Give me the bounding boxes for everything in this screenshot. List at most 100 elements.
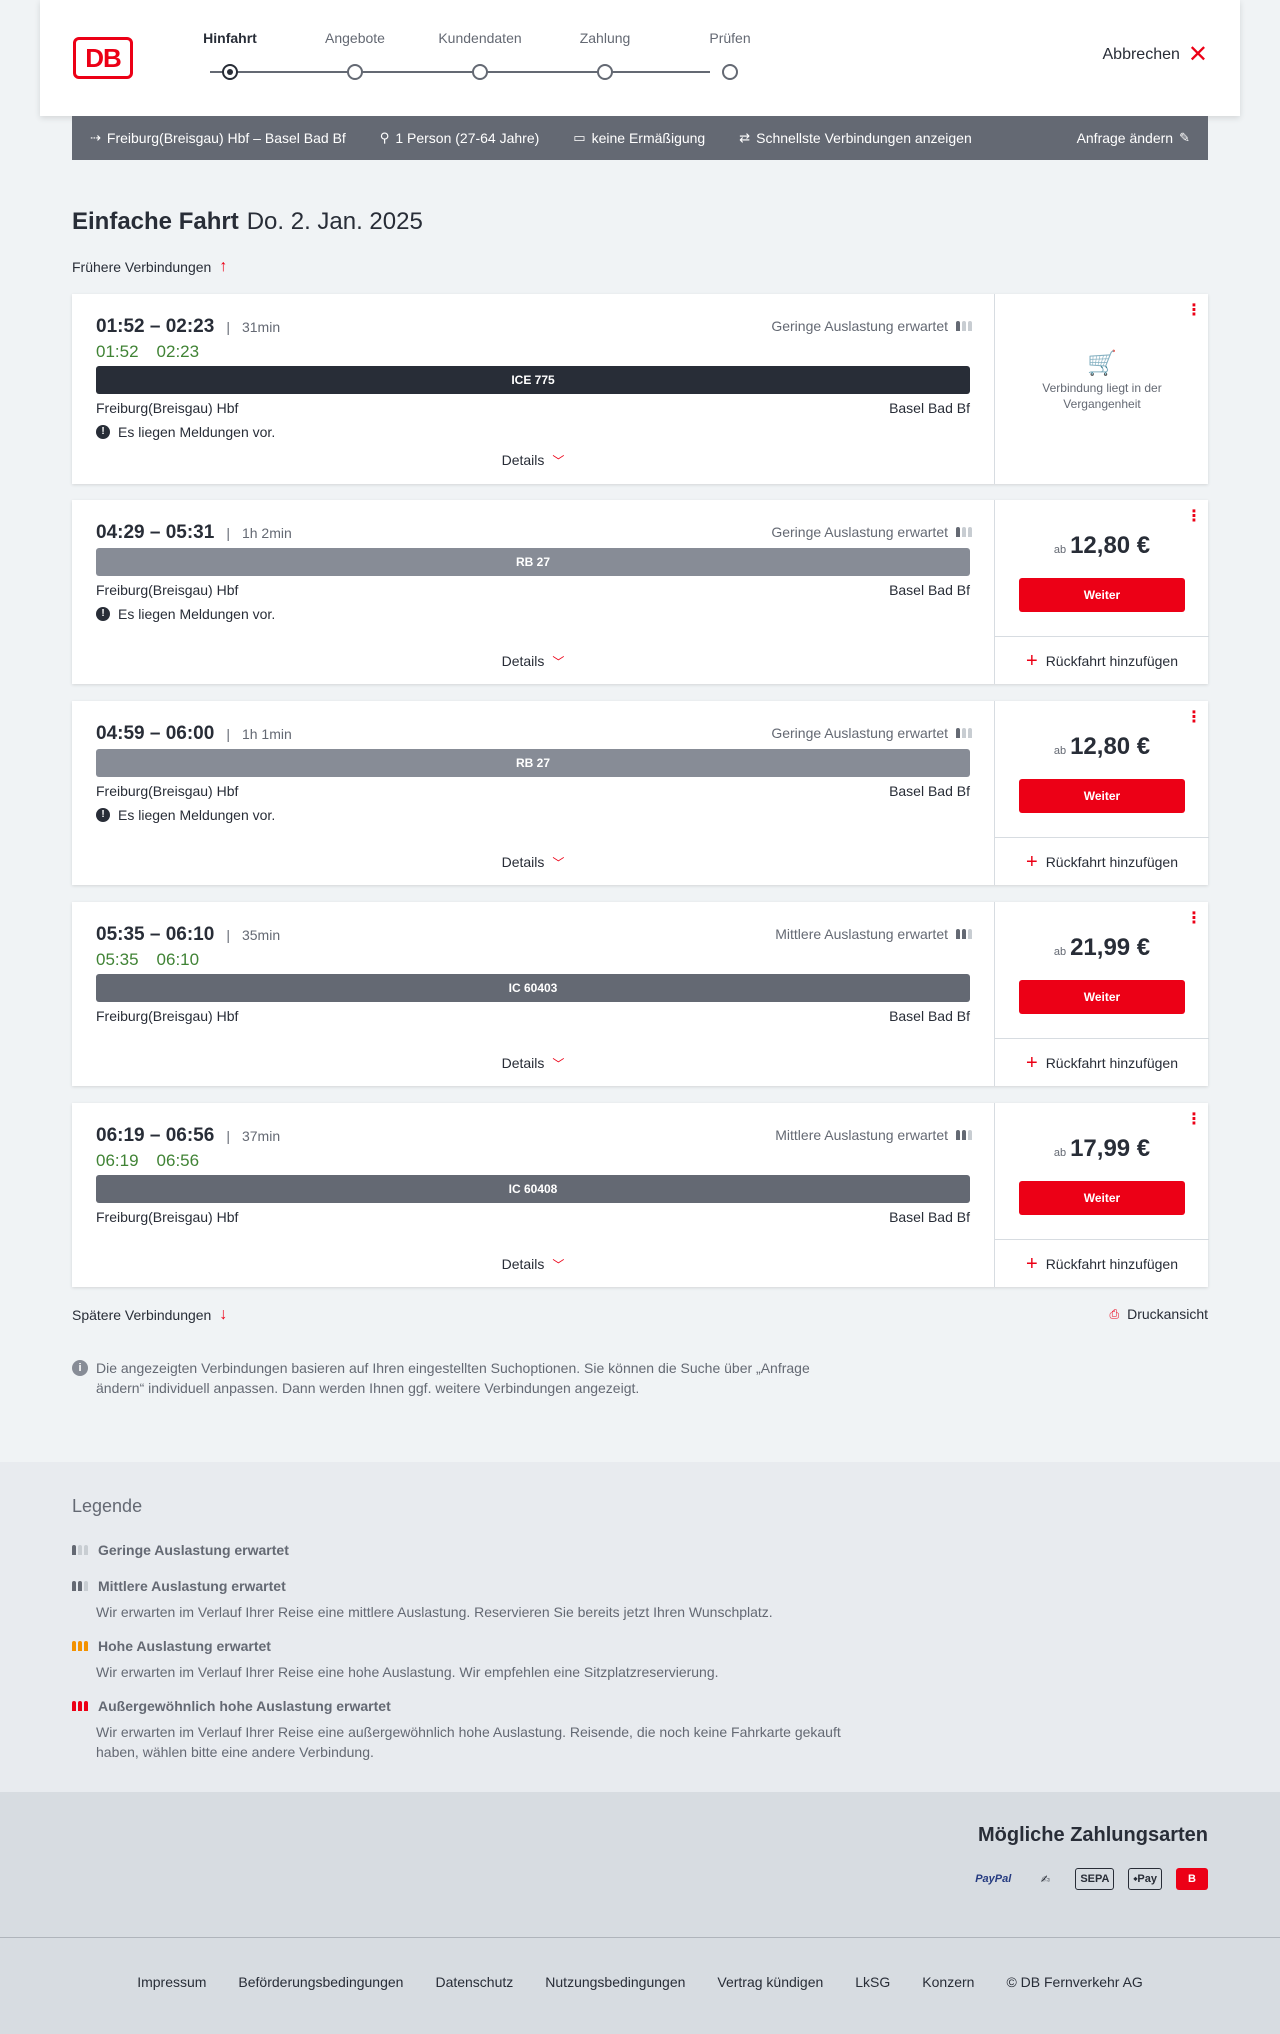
connection-card[interactable]: 04:59 – 06:00 | 1h 1min Geringe Auslastung… (72, 701, 1209, 885)
footer-link-lksg[interactable]: LkSG (855, 1974, 890, 1990)
train-bar[interactable]: RB 27 (96, 749, 970, 777)
passenger-text: 1 Person (27-64 Jahre) (395, 130, 540, 146)
more-options-icon[interactable]: ⋮ (1186, 710, 1202, 726)
details-label: Details (501, 1055, 545, 1071)
past-text: Verbindung liegt in der Vergangenheit (1042, 381, 1162, 411)
pencil-icon: ✎ (1179, 130, 1190, 145)
price-prefix: ab (1053, 745, 1067, 757)
notice-text: Es liegen Meldungen vor. (118, 606, 276, 622)
price: ab 12,80 € (995, 532, 1209, 560)
train-bar[interactable]: RB 27 (96, 548, 970, 576)
price: ab 12,80 € (995, 733, 1209, 761)
footer-link-konzern[interactable]: Konzern (922, 1974, 974, 1990)
origin-station: Freiburg(Breisgau) Hbf (96, 400, 239, 416)
progress-steps: Hinfahrt Angebote Kundendaten Zahlung Pr… (170, 30, 810, 90)
card-icon: ▭ (573, 130, 586, 145)
time-range: 04:29 – 05:31 (96, 522, 215, 543)
cancel-button[interactable]: Abbrechen ✕ (1102, 41, 1209, 68)
offer-panel: ⋮ ab 17,99 € Weiter + Rückfahrt hinzufügen (994, 1103, 1209, 1287)
trip-type: Einfache Fahrt (72, 208, 239, 235)
footer-link-impressum[interactable]: Impressum (137, 1974, 206, 1990)
add-return-button[interactable]: + Rückfahrt hinzufügen (995, 837, 1209, 885)
fastest-toggle[interactable]: ⇄ Schnellste Verbindungen anzeigen (739, 130, 972, 146)
train-bar[interactable]: IC 60408 (96, 1175, 970, 1203)
close-icon: ✕ (1187, 41, 1208, 68)
connection-info: 06:19 – 06:56 | 37min 06:19 06:56 Mittlere … (72, 1103, 994, 1287)
realtime-arrival: 02:23 (156, 342, 200, 361)
legend-section: Legende Geringe Auslastung erwartet Mitt… (0, 1462, 1280, 1792)
legend-item-desc: Wir erwarten im Verlauf Ihrer Reise eine… (96, 1604, 773, 1620)
train-bar[interactable]: ICE 775 (96, 366, 970, 394)
destination-station: Basel Bad Bf (889, 1209, 970, 1225)
cancel-label: Abbrechen (1102, 46, 1180, 63)
plus-icon: + (1026, 1051, 1038, 1074)
connection-card[interactable]: 05:35 – 06:10 | 35min 05:35 06:10 Mittlere … (72, 902, 1209, 1086)
train-bar[interactable]: IC 60403 (96, 974, 970, 1002)
connection-card[interactable]: 06:19 – 06:56 | 37min 06:19 06:56 Mittlere … (72, 1103, 1209, 1287)
legend-item-title: Geringe Auslastung erwartet (98, 1542, 289, 1558)
continue-button[interactable]: Weiter (1019, 779, 1185, 813)
details-toggle[interactable]: Details ﹀ (72, 854, 994, 871)
alert-icon: ! (96, 808, 110, 822)
alert-icon: ! (96, 607, 110, 621)
continue-button[interactable]: Weiter (1019, 578, 1185, 612)
continue-button[interactable]: Weiter (1019, 1181, 1185, 1215)
add-return-button[interactable]: + Rückfahrt hinzufügen (995, 1038, 1209, 1086)
chevron-down-icon: ﹀ (552, 454, 565, 468)
return-label: Rückfahrt hinzufügen (1045, 652, 1178, 669)
more-options-icon[interactable]: ⋮ (1186, 303, 1202, 319)
more-options-icon[interactable]: ⋮ (1186, 509, 1202, 525)
more-options-icon[interactable]: ⋮ (1186, 1112, 1202, 1128)
legend-item-title: Mittlere Auslastung erwartet (98, 1578, 286, 1594)
footer-link-nutzungsbedingungen[interactable]: Nutzungsbedingungen (545, 1974, 685, 1990)
step-label: Prüfen (709, 30, 751, 46)
connection-info: 01:52 – 02:23 | 31min 01:52 02:23 Geringe A… (72, 294, 994, 484)
more-options-icon[interactable]: ⋮ (1186, 911, 1202, 927)
details-toggle[interactable]: Details ﹀ (72, 452, 994, 469)
step-dot (597, 64, 613, 80)
notice-text: Es liegen Meldungen vor. (118, 807, 276, 823)
connection-card[interactable]: 01:52 – 02:23 | 31min 01:52 02:23 Geringe A… (72, 294, 1208, 484)
edit-search-button[interactable]: Anfrage ändern ✎ (1077, 130, 1190, 146)
fastest-text: Schnellste Verbindungen anzeigen (756, 130, 972, 146)
footer-link-datenschutz[interactable]: Datenschutz (435, 1974, 513, 1990)
passenger-summary: ⚲ 1 Person (27-64 Jahre) (380, 130, 540, 146)
realtime-arrival: 06:56 (156, 1151, 200, 1170)
later-connections-link[interactable]: Spätere Verbindungen ↓ (72, 1306, 227, 1324)
footer-link-vertrag-kuendigen[interactable]: Vertrag kündigen (717, 1974, 823, 1990)
details-toggle[interactable]: Details ﹀ (72, 1256, 994, 1273)
realtime-departure: 05:35 (96, 950, 139, 969)
step-label: Kundendaten (438, 30, 522, 46)
db-logo[interactable]: DB (73, 37, 133, 79)
earlier-connections-link[interactable]: Frühere Verbindungen ↑ (72, 258, 227, 276)
realtime: 05:35 06:10 (96, 950, 217, 970)
duration: 1h 2min (241, 525, 292, 541)
paypal-icon: PayPal (975, 1873, 1012, 1885)
add-return-button[interactable]: + Rückfahrt hinzufügen (995, 636, 1209, 684)
details-toggle[interactable]: Details ﹀ (72, 653, 994, 670)
realtime-arrival: 06:10 (156, 950, 200, 969)
print-view-link[interactable]: ⎙ Druckansicht (1109, 1306, 1208, 1322)
connection-card[interactable]: 04:29 – 05:31 | 1h 2min Geringe Auslastung… (72, 500, 1209, 684)
details-toggle[interactable]: Details ﹀ (72, 1055, 994, 1072)
add-return-button[interactable]: + Rückfahrt hinzufügen (995, 1239, 1209, 1287)
price-prefix: ab (1053, 544, 1067, 556)
connection-times: 01:52 – 02:23 | 31min (96, 316, 280, 338)
occupancy-low-icon (956, 728, 972, 738)
arrow-right-icon: ⇢ (90, 130, 101, 145)
db-icon: B (1176, 1868, 1208, 1890)
time-range: 06:19 – 06:56 (96, 1125, 215, 1146)
apple-pay-icon: ⬩ Pay (1128, 1868, 1162, 1890)
duration: 31min (241, 319, 281, 335)
step-kundendaten: Kundendaten (420, 30, 540, 80)
step-zahlung: Zahlung (545, 30, 665, 80)
divider: | (226, 1128, 230, 1144)
legend-item-desc: Wir erwarten im Verlauf Ihrer Reise eine… (96, 1724, 841, 1760)
continue-button[interactable]: Weiter (1019, 980, 1185, 1014)
footer-link-befoerderungsbedingungen[interactable]: Beförderungsbedingungen (238, 1974, 403, 1990)
legend-item-title: Außergewöhnlich hohe Auslastung erwartet (98, 1698, 391, 1714)
step-pruefen: Prüfen (670, 30, 790, 80)
alert-icon: ! (96, 425, 110, 439)
route-summary: ⇢ Freiburg(Breisgau) Hbf – Basel Bad Bf (90, 130, 346, 146)
print-label: Druckansicht (1127, 1306, 1208, 1322)
